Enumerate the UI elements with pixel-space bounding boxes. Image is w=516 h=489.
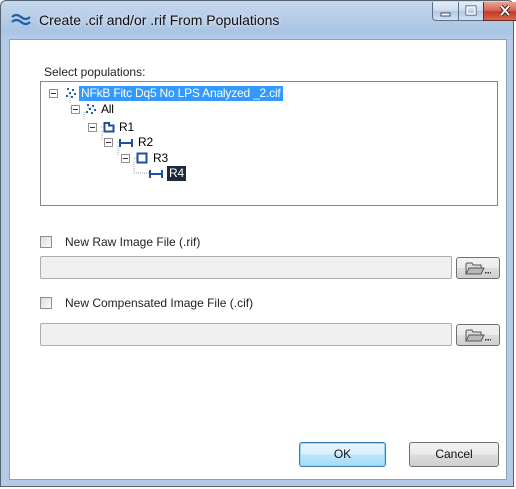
minimize-button[interactable]	[432, 2, 459, 21]
population-tree[interactable]: NFkB Fitc Dq5 No LPS Analyzed _2.cif All	[40, 81, 498, 206]
minimize-icon	[440, 12, 451, 17]
folder-open-icon	[465, 262, 491, 275]
scatter-dots-icon	[86, 104, 96, 114]
cancel-button[interactable]: Cancel	[409, 442, 499, 467]
collapse-toggle-icon	[71, 105, 80, 114]
window-title: Create .cif and/or .rif From Populations	[39, 12, 280, 28]
raw-image-browse-button[interactable]	[456, 257, 500, 279]
app-logo-icon	[11, 13, 31, 26]
tree-node-label: NFkB Fitc Dq5 No LPS Analyzed _2.cif	[79, 86, 283, 101]
raw-image-checkbox[interactable]	[40, 236, 52, 248]
compensated-image-browse-button[interactable]	[456, 324, 500, 346]
dialog-window: Create .cif and/or .rif From Populations…	[0, 0, 516, 487]
folder-open-icon	[465, 329, 491, 342]
collapse-toggle-icon	[49, 89, 58, 98]
close-icon	[499, 4, 511, 17]
ok-button[interactable]: OK	[299, 442, 386, 467]
polygon-gate-icon	[103, 122, 115, 133]
close-button[interactable]	[483, 2, 516, 21]
tree-node-label: R2	[138, 135, 153, 149]
tree-node-label: R3	[153, 151, 168, 165]
maximize-button[interactable]	[458, 2, 484, 21]
collapse-toggle-icon	[88, 123, 97, 132]
collapse-toggle-icon	[104, 138, 113, 147]
rectangle-gate-icon	[136, 152, 148, 164]
compensated-image-checkbox[interactable]	[40, 297, 52, 309]
raw-image-path-input[interactable]	[40, 256, 452, 279]
tree-node-label: All	[101, 102, 114, 116]
line-gate-icon	[149, 170, 163, 178]
line-gate-icon	[119, 139, 133, 147]
scatter-dots-icon	[66, 88, 76, 98]
tree-node-label: R4	[167, 166, 186, 181]
compensated-image-label: New Compensated Image File (.cif)	[65, 296, 254, 310]
maximize-icon	[465, 5, 477, 16]
select-populations-label: Select populations:	[44, 65, 146, 79]
compensated-image-path-input[interactable]	[40, 323, 452, 346]
raw-image-label: New Raw Image File (.rif)	[65, 235, 201, 249]
collapse-toggle-icon	[121, 154, 130, 163]
title-bar[interactable]: Create .cif and/or .rif From Populations	[1, 1, 516, 39]
dialog-body: Select populations: NFkB Fitc Dq5 No LPS…	[9, 39, 507, 480]
tree-node-label: R1	[119, 120, 134, 134]
